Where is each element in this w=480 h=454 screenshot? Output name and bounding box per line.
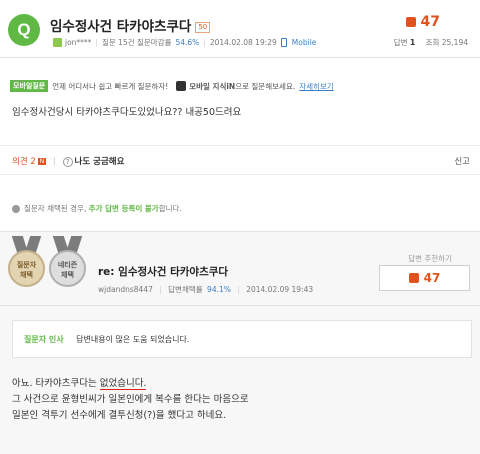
thumbs-up-icon bbox=[405, 17, 416, 27]
divider bbox=[0, 174, 480, 175]
answer-rate: 94.1% bbox=[207, 285, 231, 294]
answer-meta: wjdandns8447 | 답변채택률 94.1% | 2014.02.09 … bbox=[98, 284, 313, 295]
answer-recommend-button[interactable]: 47 bbox=[379, 265, 470, 291]
answer-title: re: 임수정사건 타카야츠쿠다 bbox=[98, 266, 229, 278]
bounty-badge: 50 bbox=[195, 22, 211, 33]
question-like-count: 47 bbox=[420, 14, 440, 30]
answer-line-1-underlined: 없었습니다. bbox=[99, 378, 147, 390]
separator: | bbox=[95, 38, 98, 47]
netizen-adopted-label: 네티즌 채택 bbox=[49, 250, 86, 287]
medal-text: 질문자 채택 bbox=[16, 261, 37, 279]
answer-body: 아뇨. 타카야츠쿠다는 없었습니다. 그 사건으로 윤형빈씨가 일본인에게 복수… bbox=[12, 376, 249, 424]
question-meta-text: 질문 15건 질문마감률 bbox=[101, 38, 172, 47]
answer-line-2: 그 사건으로 윤형빈씨가 일본인에게 복수를 한다는 마음으로 bbox=[12, 394, 249, 405]
question-stats: 답변 1 조회 25,194 bbox=[394, 37, 468, 48]
answer-meta-text: 답변채택률 bbox=[168, 285, 203, 294]
question-author[interactable]: jon**** bbox=[65, 38, 91, 47]
adoption-notice: 질문자 채택된 경우, 추가 답변 등록이 불가 합니다. bbox=[12, 203, 182, 214]
views-count: 25,194 bbox=[441, 38, 468, 47]
thanks-label: 질문자 인사 bbox=[24, 335, 64, 344]
answer-line-1-text: 아뇨. 타카야츠쿠다는 bbox=[12, 378, 100, 389]
question-rate: 54.6% bbox=[175, 38, 200, 47]
user-avatar-icon bbox=[53, 38, 62, 47]
answer-line-1: 아뇨. 타카야츠쿠다는 없었습니다. bbox=[12, 376, 249, 392]
mobile-icon bbox=[280, 38, 287, 47]
notice-highlight: 추가 답변 등록이 불가 bbox=[88, 204, 159, 213]
thanks-text: 답변내용이 많은 도움 되었습니다. bbox=[76, 335, 190, 344]
divider bbox=[0, 57, 480, 58]
answers-count: 1 bbox=[409, 38, 416, 47]
question-like-button[interactable]: 47 bbox=[405, 14, 440, 30]
new-badge: N bbox=[37, 158, 47, 165]
answer-line-3: 일본인 격투기 선수에게 결투신청(?)을 했다고 하네요. bbox=[12, 410, 227, 421]
mobile-question-tag: 모바일질문 bbox=[10, 80, 49, 92]
views-label: 조회 bbox=[425, 38, 440, 47]
divider bbox=[0, 305, 480, 306]
mobile-label: Mobile bbox=[291, 38, 317, 47]
question-title-text: 임수정사건 타카야츠쿠다 bbox=[50, 19, 192, 35]
jisikin-app-icon bbox=[176, 81, 187, 91]
separator: | bbox=[203, 38, 206, 47]
curious-button[interactable]: ? 나도 궁금해요 bbox=[62, 157, 125, 167]
notice-suffix: 합니다. bbox=[158, 204, 182, 213]
medal-text: 네티즌 채택 bbox=[57, 261, 78, 279]
curious-label: 나도 궁금해요 bbox=[74, 157, 125, 167]
separator: | bbox=[237, 285, 240, 294]
netizen-adopted-medal-icon: 네티즌 채택 bbox=[49, 236, 86, 287]
question-datetime: 2014.02.08 19:29 bbox=[209, 38, 277, 47]
question-mark-icon: ? bbox=[62, 157, 73, 167]
separator: | bbox=[159, 285, 162, 294]
answers-label: 답변 bbox=[393, 38, 408, 47]
question-actions: 의견 2N | ? 나도 궁금해요 bbox=[12, 155, 124, 167]
question-meta: jon**** | 질문 15건 질문마감률 54.6% | 2014.02.0… bbox=[53, 37, 316, 48]
thumbs-up-icon bbox=[408, 273, 419, 283]
mobile-promo-text: 언제 어디서나 쉽고 빠르게 질문하자! bbox=[52, 81, 169, 91]
separator: | bbox=[52, 157, 56, 167]
question-q-icon: Q bbox=[8, 14, 40, 46]
mobile-promo-bar: 모바일질문 언제 어디서나 쉽고 빠르게 질문하자! 모바일 지식iN 으로 질… bbox=[10, 80, 334, 92]
mobile-app-text: 으로 질문해보세요. bbox=[235, 81, 296, 91]
mobile-app-name: 모바일 지식iN bbox=[189, 81, 236, 91]
opinion-button[interactable]: 의견 2N bbox=[12, 157, 47, 167]
info-icon bbox=[12, 204, 20, 213]
see-more-link[interactable]: 자세히보기 bbox=[299, 81, 334, 92]
answer-datetime: 2014.02.09 19:43 bbox=[246, 285, 314, 294]
question-body: 임수정사건당시 타카야츠쿠다도있었나요?? 내공50드려요 bbox=[12, 107, 242, 118]
notice-prefix: 질문자 채택된 경우, bbox=[24, 204, 87, 213]
question-title: 임수정사건 타카야츠쿠다 50 bbox=[50, 15, 211, 35]
answer-author[interactable]: wjdandns8447 bbox=[98, 285, 153, 294]
opinion-count: 2 bbox=[30, 157, 36, 167]
opinion-label: 의견 bbox=[12, 157, 28, 167]
asker-adopted-medal-icon: 질문자 채택 bbox=[8, 236, 45, 287]
asker-thanks-box: 질문자 인사 답변내용이 많은 도움 되었습니다. bbox=[12, 320, 472, 358]
recommend-label: 답변 추천하기 bbox=[408, 254, 452, 263]
asker-adopted-label: 질문자 채택 bbox=[8, 250, 45, 287]
divider bbox=[0, 145, 480, 146]
report-button[interactable]: 신고 bbox=[454, 155, 470, 167]
answer-like-count: 47 bbox=[423, 271, 441, 285]
